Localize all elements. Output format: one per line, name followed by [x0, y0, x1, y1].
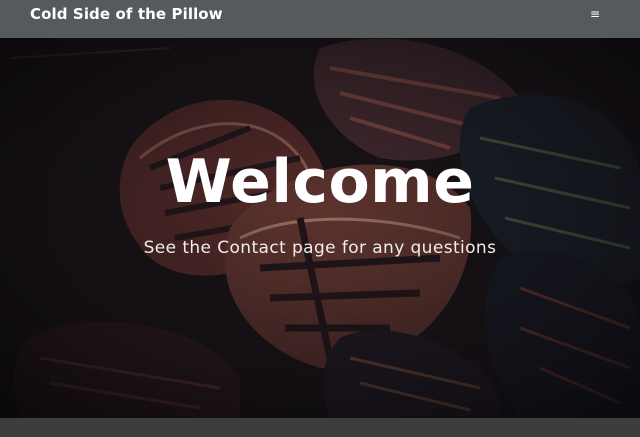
- hero-title: Welcome: [165, 147, 475, 217]
- site-brand-link[interactable]: Cold Side of the Pillow: [30, 5, 223, 23]
- hero-section: Welcome See the Contact page for any que…: [0, 38, 640, 418]
- top-navbar: Cold Side of the Pillow ≡: [0, 0, 640, 38]
- hamburger-menu-icon[interactable]: ≡: [590, 8, 600, 20]
- hero-subtitle: See the Contact page for any questions: [143, 238, 497, 258]
- footer-strip: [0, 418, 640, 437]
- hero-content: Welcome See the Contact page for any que…: [0, 38, 640, 418]
